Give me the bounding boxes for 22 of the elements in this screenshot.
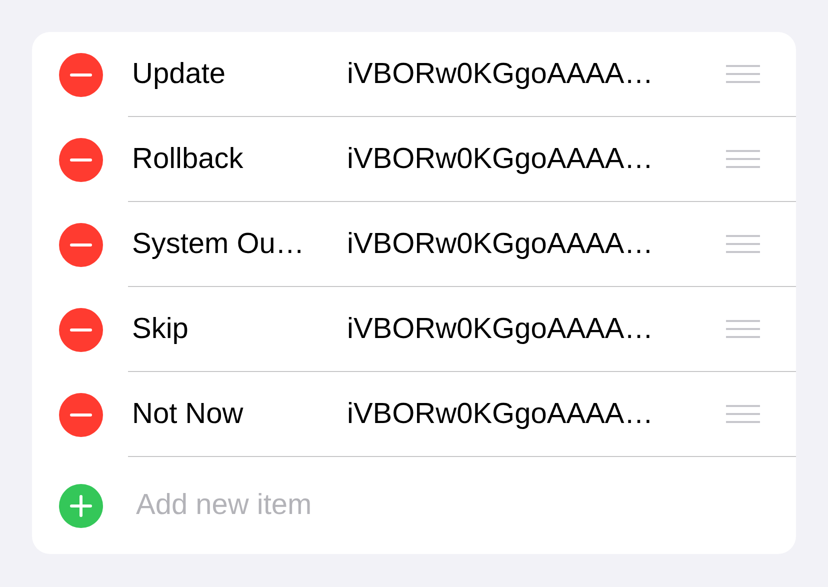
remove-icon[interactable] — [59, 222, 103, 266]
item-value: iVBORw0KGgoAAAA… — [347, 312, 654, 346]
drag-handle-icon[interactable] — [726, 235, 760, 253]
item-label: Update — [132, 58, 227, 90]
drag-handle-icon[interactable] — [726, 65, 760, 83]
item-value: iVBORw0KGgoAAAA… — [347, 228, 654, 260]
drag-handle-icon[interactable] — [726, 405, 760, 423]
item-label: System Ou… — [132, 228, 306, 260]
add-item-field[interactable]: Add new item — [128, 489, 536, 522]
remove-icon[interactable] — [59, 52, 103, 96]
item-value: iVBORw0KGgoAAAA… — [347, 398, 654, 430]
add-icon[interactable] — [59, 484, 103, 528]
drag-handle-icon[interactable] — [726, 320, 760, 338]
drag-handle-icon[interactable] — [726, 150, 760, 168]
remove-icon[interactable] — [59, 392, 103, 436]
remove-icon[interactable] — [59, 138, 103, 182]
remove-icon[interactable] — [59, 308, 103, 352]
item-value: iVBORw0KGgoAAAA… — [347, 58, 654, 90]
item-value: iVBORw0KGgoAAAA… — [347, 142, 654, 176]
item-label: Not Now — [132, 398, 244, 430]
item-label: Skip — [132, 312, 190, 346]
item-label: Rollback — [132, 142, 244, 176]
